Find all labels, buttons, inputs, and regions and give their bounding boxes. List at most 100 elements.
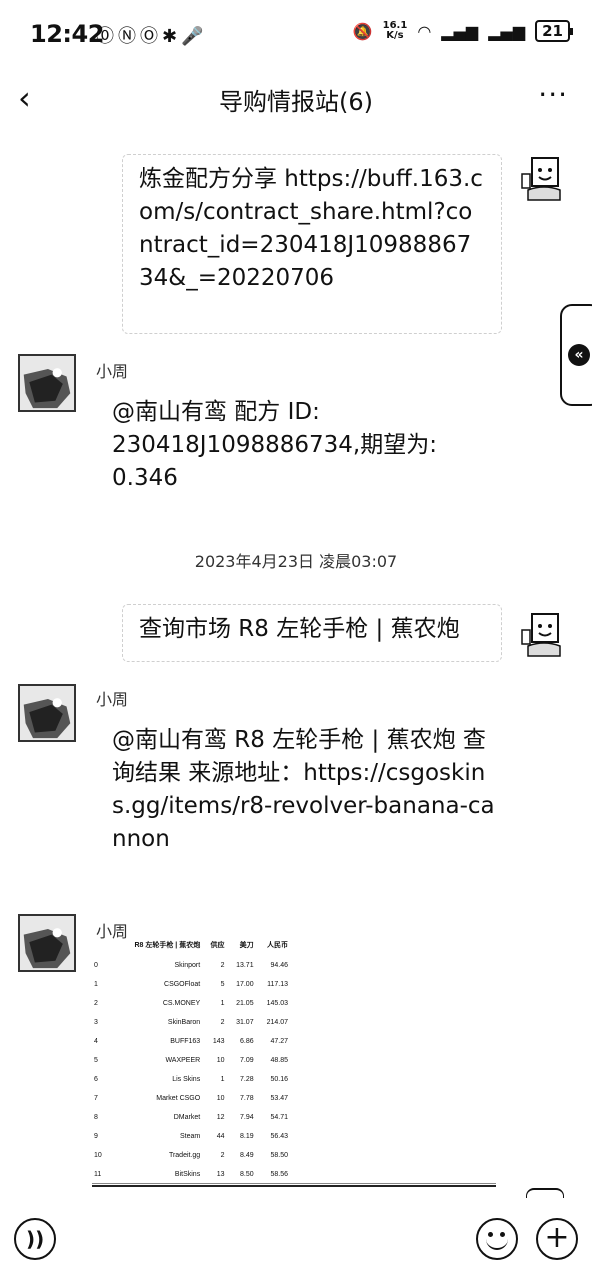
emoji-button[interactable] — [476, 1218, 518, 1260]
table-cell: 54.71 — [270, 1114, 288, 1121]
mute-icon: 🔕 — [352, 21, 373, 41]
my-avatar[interactable] — [520, 154, 568, 202]
avatar-image — [20, 686, 74, 740]
table-row: 2 CS.MONEY 1 21.05 145.03 — [92, 994, 290, 1013]
voice-icon: )) — [26, 1227, 45, 1251]
table-cell: 5 — [220, 981, 225, 988]
table-header: 美刀 — [239, 942, 254, 949]
table-cell: 143 — [212, 1038, 225, 1045]
table-cell: 94.46 — [270, 962, 288, 969]
table-cell: 2 — [220, 962, 225, 969]
table-cell: 31.07 — [236, 1019, 254, 1026]
received-message-text[interactable]: @南山有鸾 R8 左轮手枪 | 蕉农炮 查询结果 来源地址：https://cs… — [112, 724, 502, 856]
table-cell: 0 — [94, 962, 98, 969]
received-message-text[interactable]: @南山有鸾 配方 ID: 230418J1098886734,期望为: 0.34… — [112, 396, 502, 495]
status-right-icons: 🔕 16.1 K/s ◠ ▂▄▆ ▂▄▆ 21 — [352, 20, 573, 42]
table-cell: 3 — [94, 1019, 98, 1026]
table-row: 11 BitSkins 13 8.50 58.56 — [92, 1165, 290, 1184]
table-cell: 9 — [94, 1133, 98, 1140]
table-cell: Tradeit.gg — [168, 1152, 201, 1159]
table-row: 5 WAXPEER 10 7.09 48.85 — [92, 1051, 290, 1070]
table-cell: 8.49 — [239, 1152, 254, 1159]
voice-button[interactable]: )) — [14, 1218, 56, 1260]
table-cell: 1 — [220, 1076, 225, 1083]
sender-avatar[interactable] — [18, 914, 76, 972]
table-cell: BitSkins — [174, 1171, 201, 1178]
table-header — [92, 938, 108, 956]
smiley-icon — [486, 1238, 508, 1250]
table-cell: 58.56 — [270, 1171, 288, 1178]
sender-name: 小周 — [96, 362, 129, 381]
table-cell: 11 — [94, 1171, 102, 1178]
avatar-image — [521, 157, 561, 201]
signal-icon-2: ▂▄▆ — [488, 21, 526, 41]
table-cell: DMarket — [173, 1114, 201, 1121]
table-cell: 58.50 — [270, 1152, 288, 1159]
add-button[interactable]: + — [536, 1218, 578, 1260]
table-cell: 8.50 — [239, 1171, 254, 1178]
status-time: 12:42 — [30, 20, 104, 48]
sender-avatar[interactable] — [18, 354, 76, 412]
table-cell: 10 — [216, 1057, 225, 1064]
sent-message-text: 炼金配方分享 https://buff.163.com/s/contract_s… — [139, 166, 483, 291]
table-row: 3 SkinBaron 2 31.07 214.07 — [92, 1013, 290, 1032]
table-cell: 48.85 — [270, 1057, 288, 1064]
table-row: 10 Tradeit.gg 2 8.49 58.50 — [92, 1146, 290, 1165]
price-table-image[interactable]: R8 左轮手枪 | 蕉农炮 供应 美刀 人民币 0 Skinport 2 13.71 9… — [92, 938, 290, 1178]
table-cell: 8 — [94, 1114, 98, 1121]
table-cell: 13.71 — [236, 962, 254, 969]
sender-avatar[interactable] — [18, 684, 76, 742]
table-cell: 12 — [216, 1114, 225, 1121]
notification-icons: ⓪ⓃⓄ✱🎤 — [96, 26, 208, 47]
table-header: R8 左轮手枪 | 蕉农炮 — [134, 942, 201, 949]
table-cell: 7.78 — [239, 1095, 254, 1102]
chat-title: 导购情报站(6) — [219, 88, 373, 116]
table-cell: 10 — [94, 1152, 102, 1159]
table-cell: 8.19 — [239, 1133, 254, 1140]
table-row: 0 Skinport 2 13.71 94.46 — [92, 956, 290, 975]
message-input[interactable] — [70, 1212, 468, 1266]
table-cell: Market CSGO — [156, 1095, 201, 1102]
table-cell: 214.07 — [266, 1019, 288, 1026]
table-header-row: R8 左轮手枪 | 蕉农炮 供应 美刀 人民币 — [92, 938, 290, 956]
table-row: 7 Market CSGO 10 7.78 53.47 — [92, 1089, 290, 1108]
battery-icon: 21 — [535, 20, 573, 42]
table-cell: 53.47 — [270, 1095, 288, 1102]
price-table: R8 左轮手枪 | 蕉农炮 供应 美刀 人民币 0 Skinport 2 13.71 9… — [92, 938, 290, 1184]
table-cell: 21.05 — [236, 1000, 254, 1007]
avatar-image — [20, 916, 74, 970]
table-row: 8 DMarket 12 7.94 54.71 — [92, 1108, 290, 1127]
table-cell: 56.43 — [270, 1133, 288, 1140]
table-cell: 2 — [220, 1152, 225, 1159]
more-icon[interactable]: ··· — [538, 78, 568, 111]
table-cell: Skinport — [174, 962, 201, 969]
table-cell: CS.MONEY — [162, 1000, 201, 1007]
wifi-icon: ◠ — [417, 21, 432, 41]
sent-message[interactable]: 炼金配方分享 https://buff.163.com/s/contract_s… — [122, 154, 502, 334]
side-panel-tab[interactable]: « — [560, 304, 592, 406]
table-header: 供应 — [210, 942, 225, 949]
table-cell: 44 — [216, 1133, 225, 1140]
signal-icon: ▂▄▆ — [441, 21, 479, 41]
table-cell: 1 — [220, 1000, 225, 1007]
table-cell: 7.94 — [239, 1114, 254, 1121]
table-cell: 47.27 — [270, 1038, 288, 1045]
table-cell: WAXPEER — [165, 1057, 201, 1064]
table-row: 6 Lis Skins 1 7.28 50.16 — [92, 1070, 290, 1089]
message-timestamp: 2023年4月23日 凌晨03:07 — [194, 552, 398, 571]
table-cell: 7.28 — [239, 1076, 254, 1083]
table-row: 1 CSGOFloat 5 17.00 117.13 — [92, 975, 290, 994]
table-cell: 2 — [94, 1000, 98, 1007]
table-cell: 10 — [216, 1095, 225, 1102]
table-cell: Lis Skins — [172, 1076, 201, 1083]
table-cell: 145.03 — [266, 1000, 288, 1007]
sent-message[interactable]: 查询市场 R8 左轮手枪 | 蕉农炮 — [122, 604, 502, 662]
table-row: 9 Steam 44 8.19 56.43 — [92, 1127, 290, 1146]
table-cell: 7.09 — [239, 1057, 254, 1064]
my-avatar[interactable] — [520, 610, 568, 658]
table-cell: 7 — [94, 1095, 98, 1102]
table-row: 4 BUFF163 143 6.86 47.27 — [92, 1032, 290, 1051]
table-cell: 1 — [94, 981, 98, 988]
network-speed-unit: K/s — [386, 30, 404, 41]
my-avatar-partial — [526, 1188, 564, 1198]
